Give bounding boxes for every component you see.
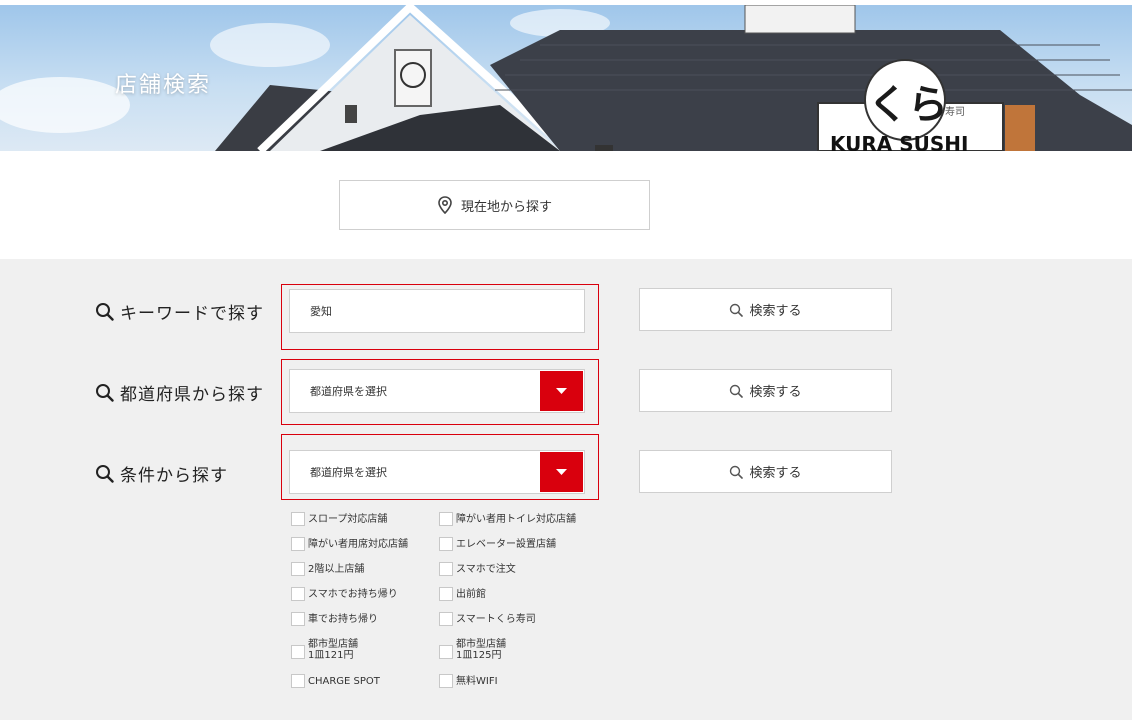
checkbox-label-line1: 都市型店舗 bbox=[308, 639, 358, 650]
checkbox-box[interactable] bbox=[439, 587, 453, 601]
condition-search-label: 条件から探す bbox=[95, 461, 228, 486]
prefecture-select[interactable]: 都道府県を選択 bbox=[289, 369, 585, 413]
prefecture-search-label: 都道府県から探す bbox=[95, 380, 264, 405]
checkbox-box[interactable] bbox=[439, 645, 453, 659]
checkbox-box[interactable] bbox=[291, 512, 305, 526]
checkbox-box[interactable] bbox=[439, 512, 453, 526]
checkbox-box[interactable] bbox=[439, 674, 453, 688]
checkbox-label: スマートくら寿司 bbox=[456, 613, 536, 625]
chevron-down-icon bbox=[556, 468, 567, 475]
current-location-label: 現在地から探す bbox=[460, 199, 552, 215]
checkbox-label: 障がい者用トイレ対応店舗 bbox=[456, 513, 576, 525]
condition-checkbox[interactable]: 障がい者用席対応店舗 bbox=[291, 537, 408, 551]
prefecture-search-button[interactable]: 検索する bbox=[639, 369, 892, 412]
condition-select-value: 都道府県を選択 bbox=[310, 466, 387, 479]
current-location-button[interactable]: 現在地から探す bbox=[339, 180, 650, 230]
checkbox-label: 障がい者用席対応店舗 bbox=[308, 538, 408, 550]
keyword-search-button-label: 検索する bbox=[749, 304, 802, 319]
search-icon bbox=[96, 303, 114, 321]
checkbox-label: 車でお持ち帰り bbox=[308, 613, 378, 625]
checkbox-box[interactable] bbox=[291, 587, 305, 601]
page-title: 店舗検索 bbox=[115, 73, 212, 98]
svg-text:寿司: 寿司 bbox=[945, 105, 965, 118]
checkbox-box[interactable] bbox=[291, 612, 305, 626]
condition-checkbox[interactable]: 車でお持ち帰り bbox=[291, 612, 378, 626]
checkbox-label-line2: 1皿121円 bbox=[308, 650, 354, 661]
checkbox-label: 2階以上店舗 bbox=[308, 563, 365, 575]
condition-checkbox[interactable]: スマートくら寿司 bbox=[439, 612, 536, 626]
checkbox-box[interactable] bbox=[291, 645, 305, 659]
keyword-search-label: キーワードで探す bbox=[95, 299, 264, 324]
condition-checkbox[interactable]: 無料WIFI bbox=[439, 674, 498, 688]
condition-search-button-label: 検索する bbox=[749, 466, 802, 481]
dropdown-arrow[interactable] bbox=[540, 452, 583, 492]
condition-search-button[interactable]: 検索する bbox=[639, 450, 892, 493]
checkbox-label: 都市型店舗 1皿121円 bbox=[308, 639, 358, 661]
search-icon bbox=[730, 303, 744, 317]
search-icon bbox=[730, 465, 744, 479]
checkbox-box[interactable] bbox=[291, 537, 305, 551]
checkbox-label: 都市型店舗 1皿125円 bbox=[456, 639, 506, 661]
checkbox-label: エレベーター設置店舗 bbox=[456, 538, 556, 550]
prefecture-search-label-text: 都道府県から探す bbox=[120, 385, 264, 405]
search-icon bbox=[96, 384, 114, 402]
condition-checkbox[interactable]: 都市型店舗 1皿125円 bbox=[439, 639, 506, 661]
map-pin-icon bbox=[438, 196, 452, 214]
svg-text:くら: くら bbox=[868, 81, 948, 128]
search-icon bbox=[730, 384, 744, 398]
condition-checkbox[interactable]: スロープ対応店舗 bbox=[291, 512, 387, 526]
checkbox-box[interactable] bbox=[439, 537, 453, 551]
keyword-search-button[interactable]: 検索する bbox=[639, 288, 892, 331]
hero-banner: くら 寿司 KURA SUSHI 店舗検索 bbox=[0, 5, 1132, 151]
prefecture-select-value: 都道府県を選択 bbox=[310, 385, 387, 398]
dropdown-arrow[interactable] bbox=[540, 371, 583, 411]
checkbox-label: 無料WIFI bbox=[456, 675, 498, 687]
checkbox-label-line1: 都市型店舗 bbox=[456, 639, 506, 650]
condition-checkbox[interactable]: 出前館 bbox=[439, 587, 486, 601]
checkbox-label: スマホで注文 bbox=[456, 563, 516, 575]
checkbox-label-line2: 1皿125円 bbox=[456, 650, 502, 661]
condition-checkbox[interactable]: 都市型店舗 1皿121円 bbox=[291, 639, 358, 661]
prefecture-search-button-label: 検索する bbox=[749, 385, 802, 400]
checkbox-box[interactable] bbox=[291, 562, 305, 576]
checkbox-box[interactable] bbox=[439, 562, 453, 576]
condition-checkbox[interactable]: 障がい者用トイレ対応店舗 bbox=[439, 512, 576, 526]
condition-checkbox[interactable]: スマホで注文 bbox=[439, 562, 516, 576]
condition-checkbox[interactable]: CHARGE SPOT bbox=[291, 674, 380, 688]
keyword-input[interactable] bbox=[289, 289, 585, 333]
condition-checkbox[interactable]: スマホでお持ち帰り bbox=[291, 587, 398, 601]
search-icon bbox=[96, 465, 114, 483]
svg-text:KURA SUSHI: KURA SUSHI bbox=[830, 132, 968, 151]
condition-checkbox[interactable]: エレベーター設置店舗 bbox=[439, 537, 556, 551]
checkbox-label: スロープ対応店舗 bbox=[308, 513, 388, 525]
keyword-search-label-text: キーワードで探す bbox=[120, 304, 264, 324]
chevron-down-icon bbox=[556, 387, 567, 394]
checkbox-label: スマホでお持ち帰り bbox=[308, 588, 398, 600]
checkbox-label: 出前館 bbox=[456, 588, 486, 600]
condition-checkbox[interactable]: 2階以上店舗 bbox=[291, 562, 364, 576]
checkbox-label: CHARGE SPOT bbox=[308, 675, 380, 687]
checkbox-box[interactable] bbox=[439, 612, 453, 626]
condition-select[interactable]: 都道府県を選択 bbox=[289, 450, 585, 494]
condition-search-label-text: 条件から探す bbox=[120, 466, 228, 486]
checkbox-box[interactable] bbox=[291, 674, 305, 688]
